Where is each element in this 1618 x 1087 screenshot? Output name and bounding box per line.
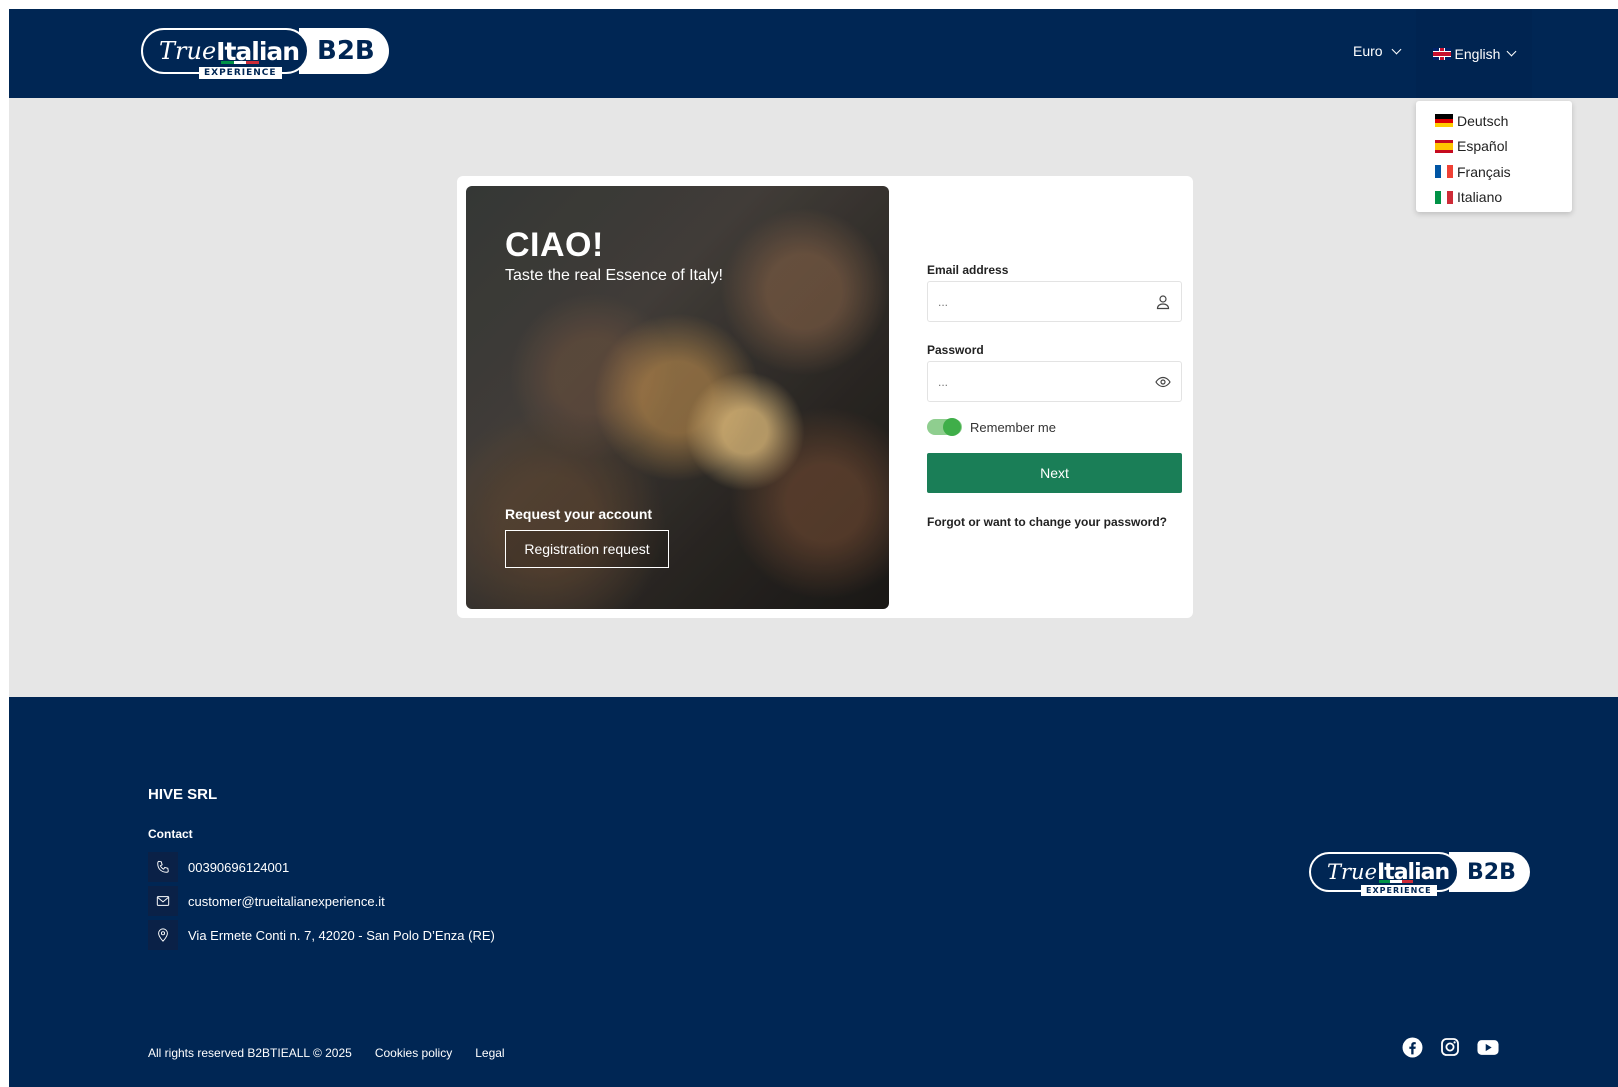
contact-phone[interactable]: 00390696124001 [188,860,289,875]
contact-heading: Contact [148,827,193,841]
logo-true-text: True [1327,860,1377,884]
forgot-password-link[interactable]: Forgot or want to change your password? [927,515,1167,529]
mail-icon [148,886,178,916]
cookies-policy-link[interactable]: Cookies policy [375,1046,452,1060]
hero-title: CIAO! [505,226,604,264]
it-flag-icon [1435,190,1453,204]
social-links [1401,1036,1499,1058]
contact-email[interactable]: customer@trueitalianexperience.it [188,894,385,909]
logo-experience-text: EXPERIENCE [1361,885,1437,896]
fr-flag-icon [1435,165,1453,179]
remember-me-row: Remember me [927,418,1056,436]
uk-flag-icon [1432,47,1451,60]
instagram-icon[interactable] [1439,1036,1461,1058]
contact-address: Via Ermete Conti n. 7, 42020 - San Polo … [188,927,495,943]
copyright-text: All rights reserved B2BTIEALL © 2025 [148,1046,352,1060]
currency-label: Euro [1353,43,1383,59]
logo-flag-stripe [221,61,260,64]
language-label: English [1454,45,1501,62]
language-option-label: Italiano [1457,189,1503,206]
language-option-label: Español [1457,138,1508,155]
hero-image: CIAO! Taste the real Essence of Italy! R… [466,186,889,609]
language-option-label: Français [1457,163,1511,180]
email-label: Email address [927,263,1009,277]
hero-subtitle: Taste the real Essence of Italy! [505,267,723,284]
logo-b2b-text: B2B [1449,852,1530,892]
user-icon [1156,295,1170,310]
logo-experience-text: EXPERIENCE [199,67,282,79]
footer-bottom-links: All rights reserved B2BTIEALL © 2025 Coo… [148,1046,505,1060]
map-pin-icon [148,920,178,950]
login-card: CIAO! Taste the real Essence of Italy! R… [457,176,1193,618]
phone-icon [148,852,178,882]
email-field-box [927,281,1182,322]
page: True Italian EXPERIENCE B2B Euro English … [9,9,1618,1087]
logo-flag-stripe [1379,880,1413,883]
language-option-francais[interactable]: Français [1435,159,1572,185]
contact-phone-row: 00390696124001 [148,852,289,882]
contact-email-row: customer@trueitalianexperience.it [148,886,385,916]
logo-wordmark: True Italian EXPERIENCE [1309,852,1459,896]
header: True Italian EXPERIENCE B2B Euro English [9,9,1618,98]
remember-me-toggle[interactable] [927,418,962,436]
company-name: HIVE SRL [148,786,218,803]
footer: HIVE SRL Contact 00390696124001 customer… [9,697,1618,1087]
language-option-deutsch[interactable]: Deutsch [1435,108,1572,134]
chevron-down-icon [1507,46,1517,57]
logo-b2b-text: B2B [299,28,389,74]
registration-request-button[interactable]: Registration request [505,530,669,568]
chevron-down-icon [1391,44,1402,54]
password-field[interactable] [928,362,1138,401]
password-field-box [927,361,1182,402]
language-dropdown-menu: Deutsch Español Français Italiano [1416,101,1572,212]
contact-address-row: Via Ermete Conti n. 7, 42020 - San Polo … [148,920,495,950]
remember-me-label: Remember me [970,419,1056,435]
currency-selector[interactable]: Euro [1353,43,1402,59]
language-option-espanol[interactable]: Español [1435,134,1572,160]
language-option-italiano[interactable]: Italiano [1435,185,1572,211]
de-flag-icon [1435,114,1453,128]
es-flag-icon [1435,139,1453,153]
legal-link[interactable]: Legal [475,1046,504,1060]
header-logo[interactable]: True Italian EXPERIENCE B2B [141,28,389,79]
email-field[interactable] [928,282,1138,321]
eye-icon[interactable] [1155,374,1171,390]
logo-true-text: True [159,37,217,65]
footer-logo: True Italian EXPERIENCE B2B [1309,852,1530,896]
language-option-label: Deutsch [1457,112,1509,129]
next-button[interactable]: Next [927,453,1182,493]
password-label: Password [927,343,984,357]
youtube-icon[interactable] [1477,1036,1499,1058]
facebook-icon[interactable] [1401,1036,1423,1058]
logo-wordmark: True Italian EXPERIENCE [141,28,309,79]
language-selector[interactable]: English [1416,9,1532,98]
request-account-heading: Request your account [505,506,653,522]
